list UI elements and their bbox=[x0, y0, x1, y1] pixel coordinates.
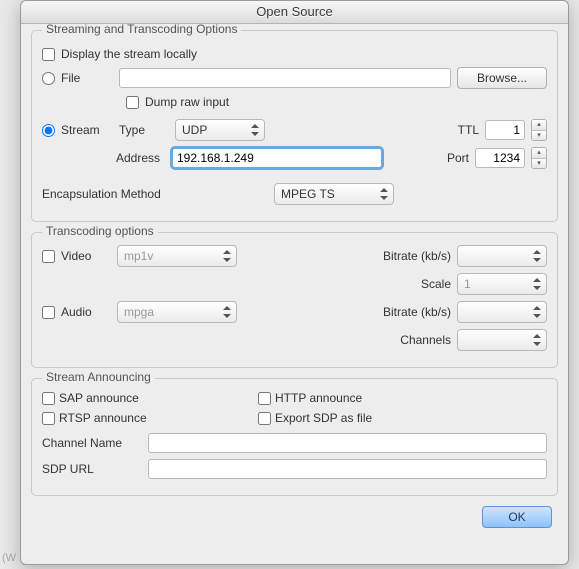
display-locally-checkbox[interactable] bbox=[42, 48, 55, 61]
video-bitrate-label: Bitrate (kb/s) bbox=[383, 249, 451, 263]
port-stepper[interactable]: ▴▾ bbox=[531, 147, 547, 169]
video-checkbox[interactable] bbox=[42, 250, 55, 263]
ttl-stepper[interactable]: ▴▾ bbox=[531, 119, 547, 141]
address-label: Address bbox=[116, 151, 166, 165]
announces-group: Stream Announcing SAP announce HTTP anno… bbox=[31, 378, 558, 496]
browse-button[interactable]: Browse... bbox=[457, 67, 547, 89]
http-label: HTTP announce bbox=[275, 391, 362, 405]
announce-row1: SAP announce HTTP announce bbox=[42, 391, 547, 405]
background-text: (W bbox=[2, 552, 16, 564]
channel-name-row: Channel Name bbox=[42, 433, 547, 453]
video-bitrate-select[interactable] bbox=[457, 245, 547, 267]
ttl-label: TTL bbox=[458, 123, 479, 137]
scale-row: Scale 1 bbox=[42, 273, 547, 295]
open-source-window: Open Source Streaming and Transcoding Op… bbox=[20, 0, 569, 565]
video-codec-select[interactable]: mp1v bbox=[117, 245, 237, 267]
sap-label: SAP announce bbox=[59, 391, 139, 405]
file-path-input[interactable] bbox=[119, 68, 451, 88]
display-locally-label: Display the stream locally bbox=[61, 47, 197, 61]
audio-row: Audio mpga Bitrate (kb/s) bbox=[42, 301, 547, 323]
export-sdp-label: Export SDP as file bbox=[275, 411, 372, 425]
announces-group-title: Stream Announcing bbox=[42, 370, 155, 384]
sdp-url-row: SDP URL bbox=[42, 459, 547, 479]
port-label: Port bbox=[447, 151, 469, 165]
window-title: Open Source bbox=[21, 1, 568, 24]
channels-label: Channels bbox=[400, 333, 451, 347]
encaps-row: Encapsulation Method MPEG TS bbox=[42, 183, 547, 205]
scale-select[interactable]: 1 bbox=[457, 273, 547, 295]
channel-name-input[interactable] bbox=[148, 433, 547, 453]
audio-codec-select[interactable]: mpga bbox=[117, 301, 237, 323]
channel-name-label: Channel Name bbox=[42, 436, 142, 450]
ok-button[interactable]: OK bbox=[482, 506, 552, 528]
display-locally-row: Display the stream locally bbox=[42, 47, 547, 61]
audio-label: Audio bbox=[61, 305, 111, 319]
port-input[interactable] bbox=[475, 148, 525, 168]
scale-label: Scale bbox=[421, 277, 451, 291]
rtsp-checkbox[interactable] bbox=[42, 412, 55, 425]
address-input[interactable] bbox=[172, 148, 382, 168]
stream-type-row: Stream Type UDP TTL ▴▾ bbox=[42, 119, 547, 141]
streaming-group-title: Streaming and Transcoding Options bbox=[42, 24, 241, 36]
stream-radio[interactable] bbox=[42, 124, 55, 137]
stream-address-row: Address Port ▴▾ bbox=[116, 147, 547, 169]
sdp-url-input[interactable] bbox=[148, 459, 547, 479]
encaps-select[interactable]: MPEG TS bbox=[274, 183, 394, 205]
transcoding-group: Transcoding options Video mp1v Bitrate (… bbox=[31, 232, 558, 368]
http-checkbox[interactable] bbox=[258, 392, 271, 405]
rtsp-label: RTSP announce bbox=[59, 411, 147, 425]
dump-raw-label: Dump raw input bbox=[145, 95, 229, 109]
channels-row: Channels bbox=[42, 329, 547, 351]
encaps-label: Encapsulation Method bbox=[42, 187, 192, 201]
audio-bitrate-label: Bitrate (kb/s) bbox=[383, 305, 451, 319]
file-row: File Browse... bbox=[42, 67, 547, 89]
channels-select[interactable] bbox=[457, 329, 547, 351]
video-row: Video mp1v Bitrate (kb/s) bbox=[42, 245, 547, 267]
ttl-input[interactable] bbox=[485, 120, 525, 140]
export-sdp-checkbox[interactable] bbox=[258, 412, 271, 425]
window-body: Streaming and Transcoding Options Displa… bbox=[21, 24, 568, 564]
transcoding-group-title: Transcoding options bbox=[42, 224, 158, 238]
dialog-footer: OK bbox=[31, 506, 558, 528]
dump-raw-checkbox[interactable] bbox=[126, 96, 139, 109]
file-radio[interactable] bbox=[42, 72, 55, 85]
sdp-url-label: SDP URL bbox=[42, 462, 142, 476]
video-label: Video bbox=[61, 249, 111, 263]
type-label: Type bbox=[119, 123, 169, 137]
type-select[interactable]: UDP bbox=[175, 119, 265, 141]
dump-raw-row: Dump raw input bbox=[126, 95, 547, 109]
audio-checkbox[interactable] bbox=[42, 306, 55, 319]
streaming-group: Streaming and Transcoding Options Displa… bbox=[31, 30, 558, 222]
audio-bitrate-select[interactable] bbox=[457, 301, 547, 323]
stream-label: Stream bbox=[61, 123, 113, 137]
sap-checkbox[interactable] bbox=[42, 392, 55, 405]
announce-row2: RTSP announce Export SDP as file bbox=[42, 411, 547, 425]
file-label: File bbox=[61, 71, 113, 85]
